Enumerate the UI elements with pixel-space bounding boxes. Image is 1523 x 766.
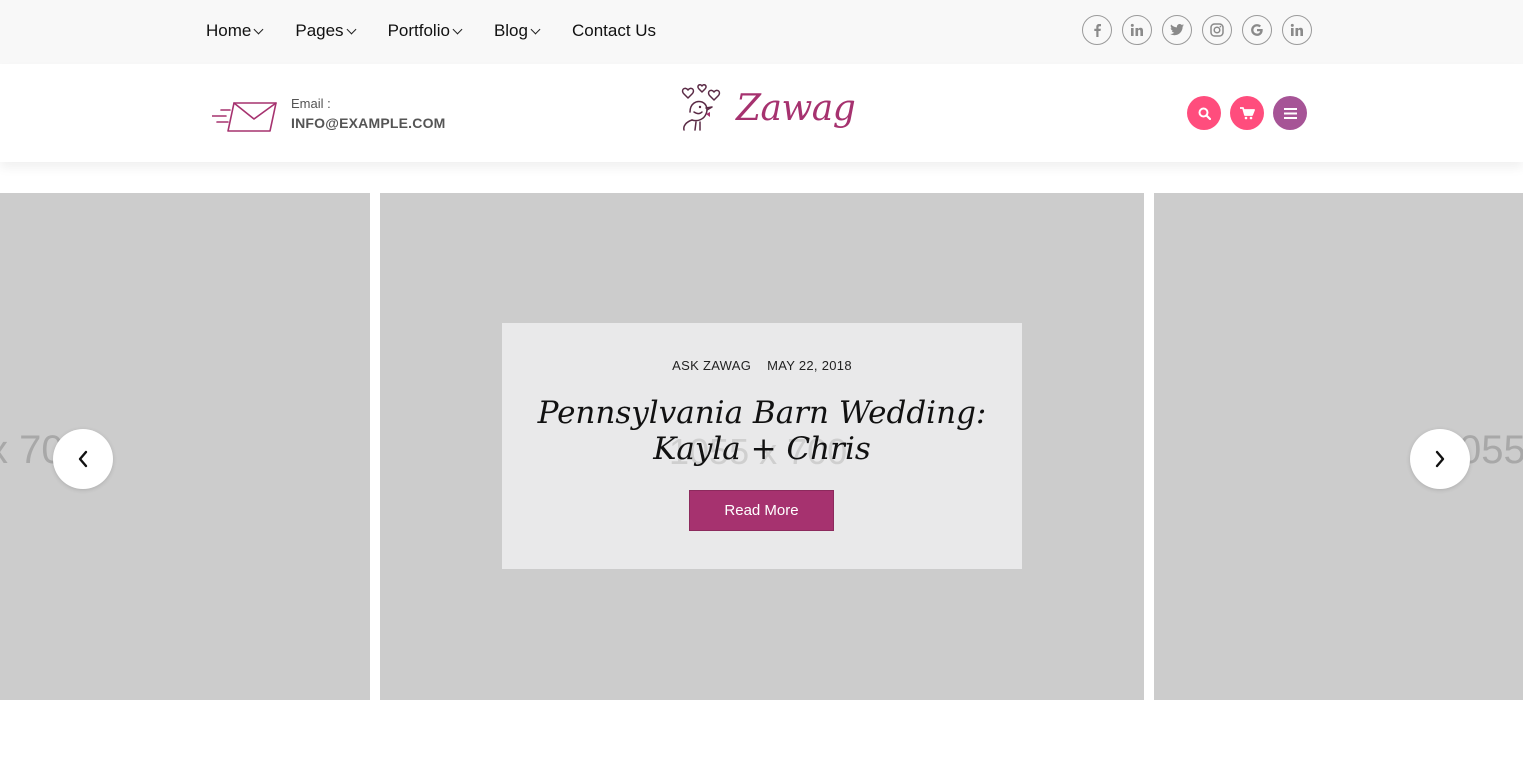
nav-home[interactable]: Home	[206, 19, 264, 43]
chevron-down-icon	[530, 24, 541, 34]
facebook-icon[interactable]	[1082, 15, 1112, 45]
site-logo[interactable]: Zawag	[680, 82, 856, 134]
nav-pages-label: Pages	[295, 21, 344, 40]
main-nav: Home Pages Portfolio Blog Contact Us	[206, 19, 689, 43]
read-more-button[interactable]: Read More	[689, 490, 834, 531]
menu-button[interactable]	[1273, 96, 1307, 130]
post-meta: ASK ZAWAG MAY 22, 2018	[502, 358, 1022, 373]
post-card: 1055 x 700 ASK ZAWAG MAY 22, 2018 Pennsy…	[502, 323, 1022, 569]
email-address[interactable]: INFO@EXAMPLE.COM	[291, 115, 446, 131]
instagram-icon[interactable]	[1202, 15, 1232, 45]
menu-icon	[1283, 107, 1297, 119]
google-icon[interactable]	[1242, 15, 1272, 45]
twitter-icon[interactable]	[1162, 15, 1192, 45]
linkedin-icon[interactable]	[1122, 15, 1152, 45]
nav-blog-label: Blog	[493, 21, 528, 40]
nav-home-label: Home	[206, 21, 252, 40]
top-bar: Home Pages Portfolio Blog Contact Us	[0, 0, 1523, 64]
nav-blog[interactable]: Blog	[493, 19, 541, 43]
slider-next-button[interactable]	[1410, 429, 1470, 489]
chevron-down-icon	[253, 24, 264, 34]
nav-contact-label: Contact Us	[571, 21, 657, 40]
nav-portfolio-label: Portfolio	[387, 21, 450, 40]
nav-pages[interactable]: Pages	[295, 19, 357, 43]
post-title-line1: Pennsylvania Barn Wedding:	[537, 395, 987, 431]
post-date: MAY 22, 2018	[767, 358, 852, 373]
search-icon	[1198, 107, 1211, 120]
chevron-right-icon	[1435, 450, 1445, 468]
logo-text: Zawag	[736, 87, 856, 129]
nav-contact[interactable]: Contact Us	[572, 19, 656, 43]
post-category[interactable]: ASK ZAWAG	[672, 358, 751, 373]
cart-button[interactable]	[1230, 96, 1264, 130]
nav-portfolio[interactable]: Portfolio	[387, 19, 463, 43]
bird-hearts-logo-icon	[681, 84, 721, 131]
social-links	[1082, 15, 1322, 45]
search-button[interactable]	[1187, 96, 1221, 130]
linkedin-icon[interactable]	[1282, 15, 1312, 45]
chevron-down-icon	[452, 24, 463, 34]
site-header: Email : INFO@EXAMPLE.COM Zawag	[0, 64, 1523, 162]
chevron-left-icon	[78, 450, 88, 468]
envelope-icon	[211, 100, 278, 139]
cart-icon	[1239, 106, 1255, 119]
slider-prev-button[interactable]	[53, 429, 113, 489]
post-title[interactable]: Pennsylvania Barn Wedding: Kayla + Chris	[502, 395, 1022, 467]
email-label: Email :	[291, 96, 331, 111]
chevron-down-icon	[346, 24, 357, 34]
post-title-line2: Kayla + Chris	[653, 431, 871, 467]
